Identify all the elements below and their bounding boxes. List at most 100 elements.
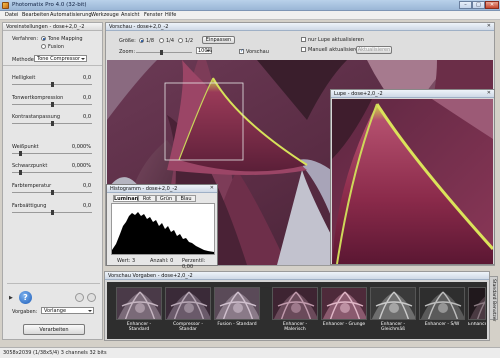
lupe-close-icon[interactable]: ✕	[487, 90, 491, 96]
slider-track[interactable]	[12, 170, 92, 175]
preset-thumbnail[interactable]	[419, 287, 465, 320]
menu-werkzeuge[interactable]: Werkzeuge	[91, 12, 119, 18]
preset-caption: Enhancer - Gleichmäß	[380, 322, 406, 332]
slider-label: Farbsättigung	[12, 203, 47, 209]
vorschau-checkbox[interactable]	[239, 48, 244, 54]
histogram-svg	[112, 212, 214, 254]
preset-thumbnail[interactable]	[165, 287, 211, 320]
menu-bar: Datei Bearbeiten Automatisierung Werkzeu…	[0, 11, 500, 20]
window-title: Photomatix Pro 4.0 (32-bit)	[12, 2, 87, 8]
divider	[3, 65, 102, 66]
slider-thumb[interactable]	[50, 190, 54, 195]
preset-thumbnail[interactable]	[272, 287, 318, 320]
menu-datei[interactable]: Datei	[5, 12, 18, 18]
app-icon	[2, 2, 9, 9]
zoom-slider[interactable]	[136, 50, 192, 55]
histogram-anzahl: Anzahl: 0	[150, 258, 174, 264]
tab-standard[interactable]: Standard	[491, 279, 496, 299]
histogram-wert: Wert: 3	[117, 258, 136, 264]
slider-label: Schwarzpunkt	[12, 163, 48, 169]
slider-track[interactable]	[12, 210, 92, 215]
preset-caption: Enhancer - S/W	[424, 322, 460, 327]
methode-select[interactable]: Tone Compressor	[34, 55, 87, 62]
radio-fusion[interactable]	[41, 44, 46, 49]
slider-thumb[interactable]	[50, 82, 54, 87]
preset-caption: Enhancer - Standard	[126, 322, 152, 332]
menu-fenster[interactable]: Fenster	[144, 12, 163, 18]
tab-luminanz[interactable]: Luminanz	[113, 195, 141, 202]
menu-bearbeiten[interactable]: Bearbeiten	[22, 12, 49, 18]
preset-thumb-svg	[166, 288, 210, 319]
fusion-label: Fusion	[48, 44, 64, 50]
slider-track[interactable]	[12, 151, 92, 156]
preset-caption: Enhancer - Grunge	[322, 322, 366, 327]
radio-size-1-2[interactable]	[178, 38, 183, 43]
vorschau-label: Vorschau	[246, 49, 269, 55]
radio-size-1-8[interactable]	[139, 38, 144, 43]
slider-thumb[interactable]	[50, 121, 54, 126]
histogram-window: Histogramm - dose+2,0_-2 ✕ Luminanz Rot …	[106, 184, 218, 270]
redo-icon[interactable]	[87, 293, 96, 302]
title-bar: Photomatix Pro 4.0 (32-bit) – □ ✕	[0, 0, 500, 11]
preset-thumbnail[interactable]	[468, 287, 486, 320]
preset-thumb-svg	[371, 288, 415, 319]
preview-close-icon[interactable]: ✕	[487, 23, 491, 29]
radio-tone-mapping[interactable]	[41, 36, 46, 41]
menu-hilfe[interactable]: Hilfe	[165, 12, 176, 18]
slider-thumb[interactable]	[18, 151, 22, 156]
tab-benutzer[interactable]: Benutzer	[491, 301, 496, 321]
slider-value: 0,0	[83, 114, 91, 120]
einpassen-button[interactable]: Einpassen	[202, 36, 235, 44]
preview-header: Vorschau - dose+2,0_-2	[106, 23, 494, 31]
lupe-photo-svg	[332, 99, 493, 264]
slider-track[interactable]	[12, 82, 92, 87]
process-button[interactable]: Verarbeiten	[23, 324, 85, 335]
preset-caption: Fusion - Standard	[217, 322, 257, 327]
aktualisieren-button[interactable]: Aktualisieren	[356, 46, 392, 54]
histogram-title: Histogramm - dose+2,0_-2	[110, 186, 178, 192]
slider-thumb[interactable]	[50, 102, 54, 107]
presets-label: Vorgaben:	[12, 309, 38, 315]
zoom-slider-thumb[interactable]	[160, 50, 163, 55]
help-icon[interactable]: ?	[19, 291, 32, 304]
method-label: Verfahren:	[12, 36, 39, 42]
preset-caption: Compressor - Standar	[172, 322, 203, 332]
manual-update-checkbox[interactable]	[301, 47, 306, 52]
slider-track[interactable]	[12, 190, 92, 195]
preset-caption: Enhancer - Malerisch	[282, 322, 308, 332]
menu-ansicht[interactable]: Ansicht	[121, 12, 139, 18]
preset-thumbnail[interactable]	[116, 287, 162, 320]
slider-track[interactable]	[12, 121, 92, 126]
status-bar: 3058x2039 (1/38x5/4) 3 channels 32 bits	[0, 347, 500, 358]
lupe-update-checkbox[interactable]	[301, 37, 306, 42]
maximize-button[interactable]: □	[472, 1, 485, 9]
slider-label: Kontrastanpassung	[12, 114, 61, 120]
presets-title: Vorschau Vorgaben - dose+2,0_-2	[108, 273, 193, 279]
slider-track[interactable]	[12, 102, 92, 107]
tab-rot[interactable]: Rot	[138, 195, 156, 202]
expand-arrow-icon[interactable]: ▶	[9, 295, 13, 301]
tab-gruen[interactable]: Grün	[156, 195, 176, 202]
histogram-close-icon[interactable]: ✕	[210, 185, 214, 191]
tab-blau[interactable]: Blau	[176, 195, 196, 202]
close-button[interactable]: ✕	[485, 1, 499, 9]
lupe-image[interactable]	[332, 99, 493, 264]
menu-automatisierung[interactable]: Automatisierung	[50, 12, 92, 18]
preset-thumbnail[interactable]	[370, 287, 416, 320]
histogram-bars	[112, 212, 214, 254]
preset-thumb-svg	[117, 288, 161, 319]
settings-panel: Voreinstellungen - dose+2,0_-2 Verfahren…	[2, 22, 103, 340]
settings-header: Voreinstellungen - dose+2,0_-2	[3, 23, 102, 31]
slider-label: Tonwertkompression	[12, 95, 64, 101]
preset-thumbnail[interactable]	[321, 287, 367, 320]
radio-size-1-4[interactable]	[159, 38, 164, 43]
preset-thumbnail[interactable]	[214, 287, 260, 320]
undo-icon[interactable]	[75, 293, 84, 302]
zoom-field[interactable]: 100%	[196, 47, 212, 54]
slider-thumb[interactable]	[50, 210, 54, 215]
minimize-button[interactable]: –	[459, 1, 472, 9]
presets-select[interactable]: Vorlange	[41, 307, 94, 314]
slider-label: Weißpunkt	[12, 144, 39, 150]
slider-thumb[interactable]	[18, 170, 22, 175]
histogram-perzentil: Perzentil: 0,00	[182, 258, 206, 270]
